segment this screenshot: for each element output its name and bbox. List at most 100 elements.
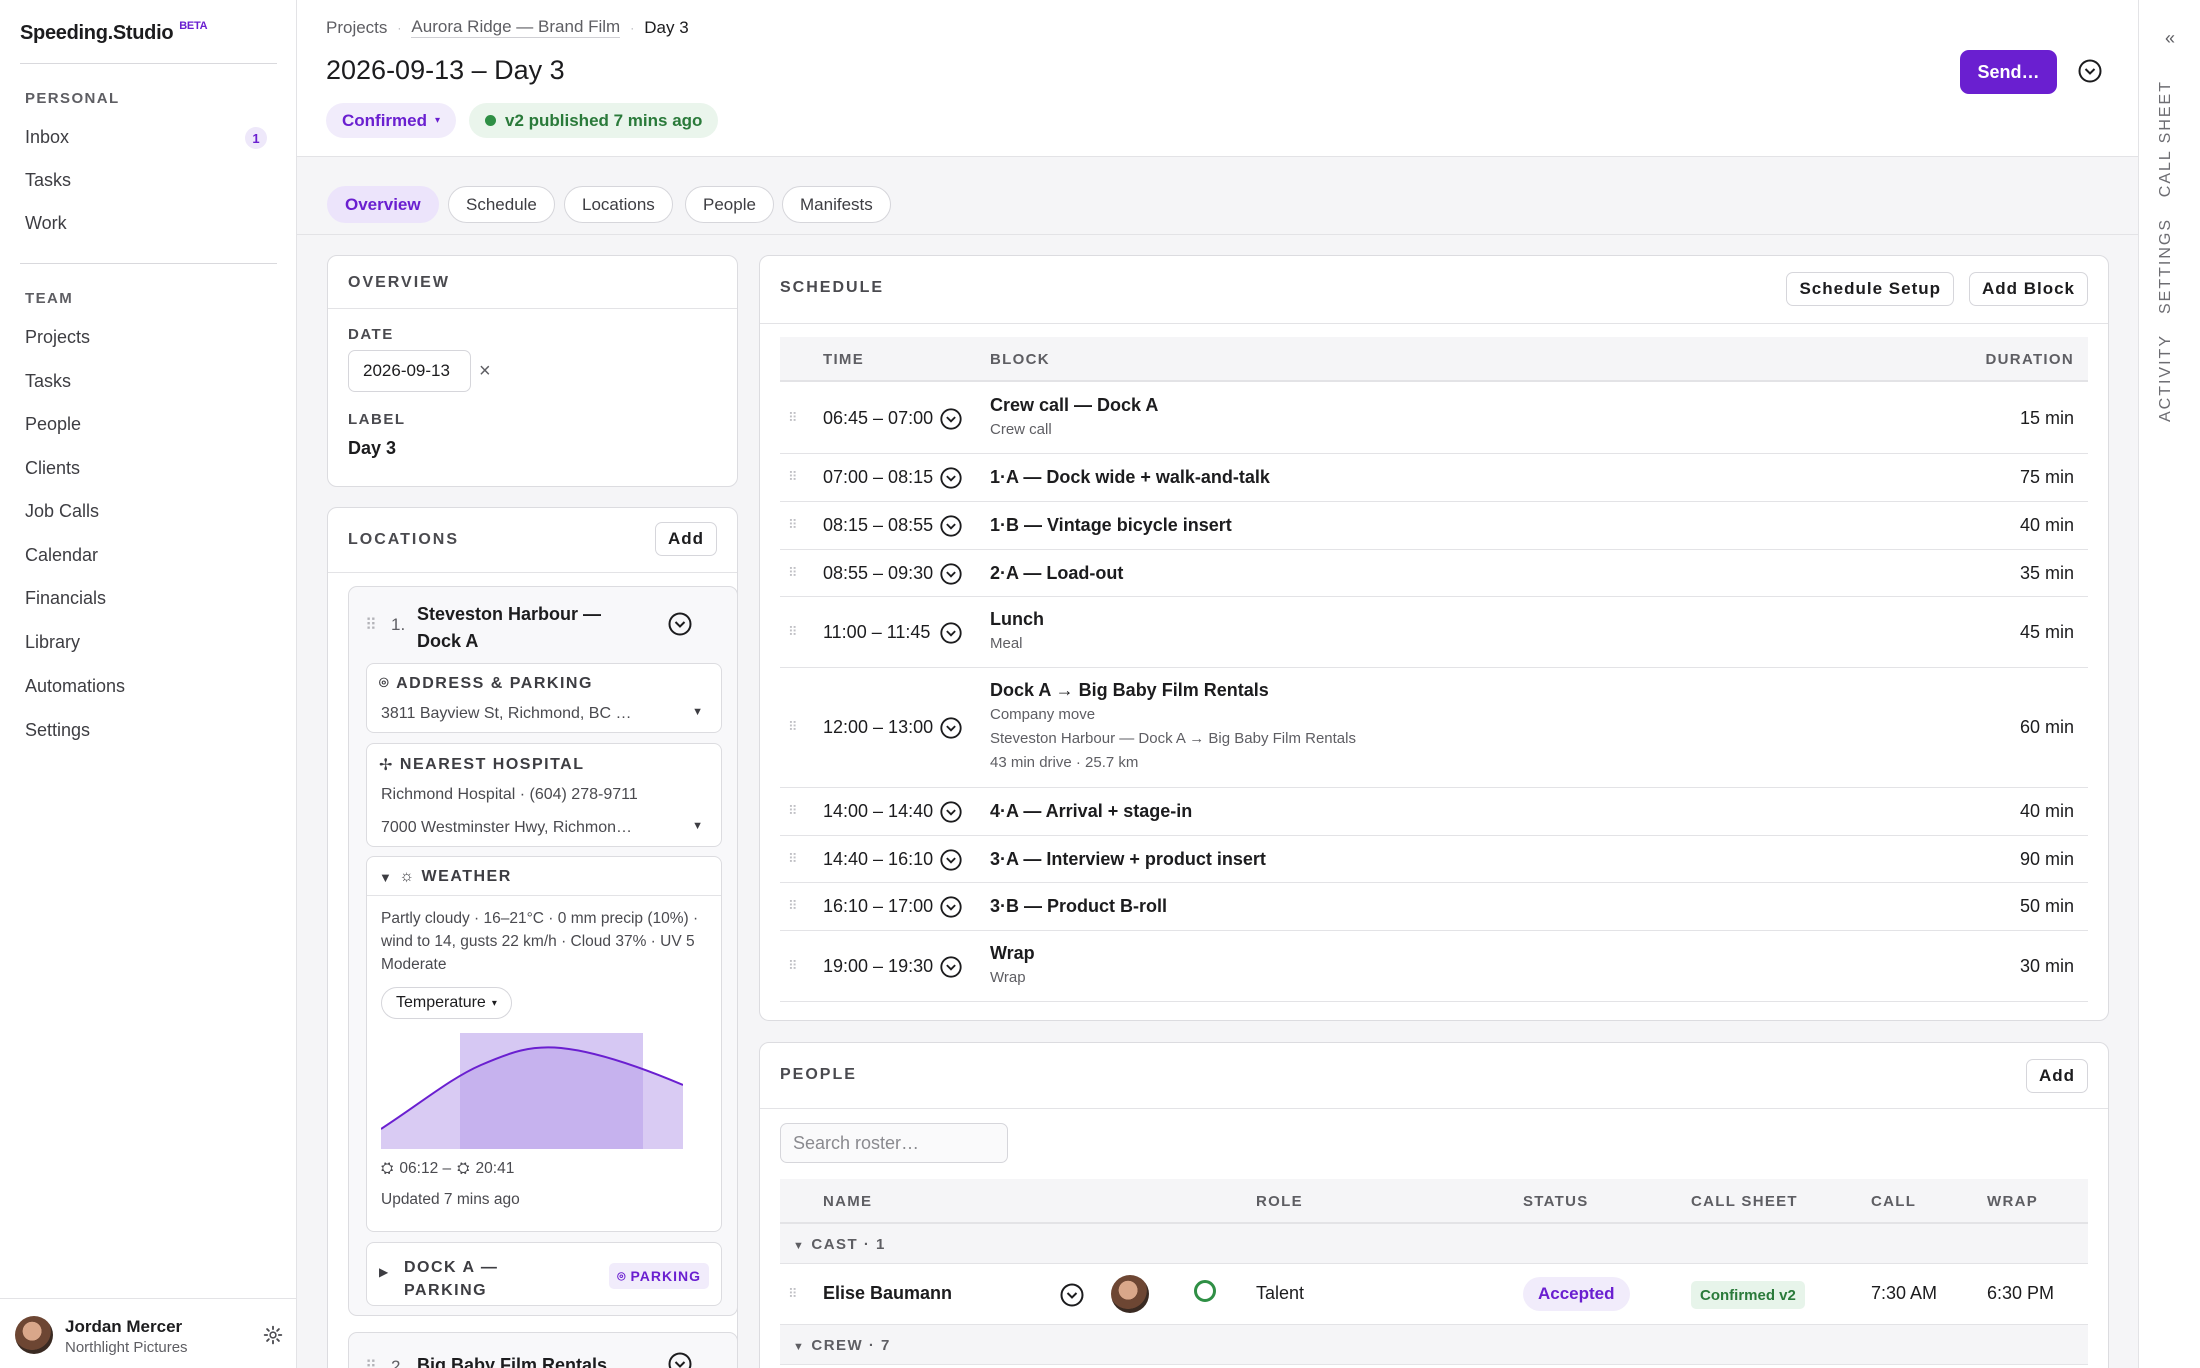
block-title[interactable]: 2·A — Load-out [990,563,1123,584]
weather-heading[interactable]: ▼ ☼ WEATHER [379,868,512,886]
block-time[interactable]: 07:00 – 08:15 [823,467,933,488]
block-title[interactable]: Lunch [990,609,1044,630]
chevron-circle-icon[interactable] [2077,58,2103,84]
collapse-icon[interactable]: « [2165,28,2175,49]
chevron-circle-icon[interactable] [939,800,963,824]
block-title[interactable]: 1·B — Vintage bicycle insert [990,515,1232,536]
weather-metric-select[interactable]: Temperature ▾ [381,987,512,1019]
search-input[interactable]: Search roster… [780,1123,1008,1163]
drag-handle-icon[interactable]: ⠿ [788,469,797,485]
drag-handle-icon[interactable]: ⠿ [788,565,797,581]
drag-handle-icon[interactable]: ⠿ [788,410,797,426]
block-title[interactable]: Dock A → Big Baby Film Rentals [990,680,1269,701]
location-name[interactable]: Steveston Harbour — Dock A [417,601,601,655]
schedule-setup-button[interactable]: Schedule Setup [1786,272,1954,306]
date-field[interactable]: 2026-09-13 [348,350,471,392]
block-title[interactable]: 3·A — Interview + product insert [990,849,1266,870]
rail-tab-settings[interactable]: SETTINGS [2157,218,2175,314]
group-header-crew[interactable]: ▼ CREW · 7 [780,1325,2088,1365]
chevron-circle-icon[interactable] [939,848,963,872]
send-button[interactable]: Send… [1960,50,2057,94]
rail-tab-activity[interactable]: ACTIVITY [2157,334,2175,422]
block-time[interactable]: 08:15 – 08:55 [823,515,933,536]
chevron-circle-icon[interactable] [939,716,963,740]
table-row[interactable]: ⠿ 12:00 – 13:00 Dock A → Big Baby Film Ren… [780,668,2088,788]
sidebar-item-team-tasks[interactable]: Tasks [25,365,275,397]
status-dropdown[interactable]: Confirmed ▾ [326,103,457,138]
table-row[interactable]: ⠿ 06:45 – 07:00 Crew call — Dock A Crew cal… [780,383,2088,454]
tab-manifests[interactable]: Manifests [782,186,891,223]
drag-handle-icon[interactable]: ⠿ [788,958,797,974]
block-time[interactable]: 14:40 – 16:10 [823,849,933,870]
chevron-circle-icon[interactable] [939,895,963,919]
table-row[interactable]: ⠿ Elise Baumann Talent Accepted Confirme… [780,1264,2088,1325]
block-time[interactable]: 08:55 – 09:30 [823,563,933,584]
sidebar-item-library[interactable]: Library [25,626,275,658]
block-time[interactable]: 12:00 – 13:00 [823,717,933,738]
block-time[interactable]: 11:00 – 11:45 [823,622,930,643]
drag-handle-icon[interactable]: ⠿ [788,1286,797,1302]
chevron-circle-icon[interactable] [939,621,963,645]
close-icon[interactable]: × [479,360,491,383]
sidebar-item-work[interactable]: Work [25,207,275,239]
tab-people[interactable]: People [685,186,774,223]
block-title[interactable]: 4·A — Arrival + stage-in [990,801,1192,822]
chevron-circle-icon[interactable] [667,1351,693,1368]
person-name[interactable]: Elise Baumann [823,1283,952,1304]
add-block-button[interactable]: Add Block [1968,272,2088,306]
group-header-cast[interactable]: ▼ CAST · 1 [780,1224,2088,1264]
add-person-button[interactable]: Add [2025,1059,2088,1093]
table-row[interactable]: ⠿ 14:40 – 16:10 3·A — Interview + product … [780,836,2088,883]
wrap-time[interactable]: 6:30 PM [1987,1283,2054,1304]
block-title[interactable]: 3·B — Product B-roll [990,896,1167,917]
block-time[interactable]: 14:00 – 14:40 [823,801,933,822]
block-title[interactable]: 1·A — Dock wide + walk-and-talk [990,467,1270,488]
table-row[interactable]: ⠿ 11:00 – 11:45 Lunch Meal 45 min [780,597,2088,668]
location-name[interactable]: Big Baby Film Rentals [417,1355,607,1368]
call-time[interactable]: 7:30 AM [1871,1283,1937,1304]
breadcrumb-project[interactable]: Aurora Ridge — Brand Film [411,17,621,38]
hospital-section[interactable]: ✢ NEAREST HOSPITAL Richmond Hospital · (6… [366,743,722,847]
sidebar-item-tasks[interactable]: Tasks [25,164,275,196]
sidebar-item-automations[interactable]: Automations [25,670,275,702]
drag-handle-icon[interactable]: ⠿ [788,803,797,819]
tab-locations[interactable]: Locations [564,186,673,223]
sidebar-item-calendar[interactable]: Calendar [25,539,275,571]
drag-handle-icon[interactable]: ⠿ [788,624,797,640]
table-row[interactable]: ⠿ 14:00 – 14:40 4·A — Arrival + stage-in 40… [780,788,2088,836]
sidebar-item-settings[interactable]: Settings [25,714,275,746]
block-title[interactable]: Wrap [990,943,1035,964]
chevron-circle-icon[interactable] [939,562,963,586]
drag-handle-icon[interactable]: ⠿ [365,1357,377,1368]
breadcrumb-projects[interactable]: Projects [326,18,387,38]
rail-tab-call-sheet[interactable]: CALL SHEET [2157,80,2175,197]
sidebar-item-clients[interactable]: Clients [25,452,275,484]
tab-overview[interactable]: Overview [327,186,439,223]
add-location-button[interactable]: Add [654,522,717,556]
drag-handle-icon[interactable]: ⠿ [365,615,377,635]
chevron-circle-icon[interactable] [667,611,693,637]
app-logo[interactable]: Speeding.Studio BETA [20,20,208,45]
chevron-circle-icon[interactable] [1059,1282,1085,1308]
sidebar-item-financials[interactable]: Financials [25,582,275,614]
table-row[interactable]: ⠿ 08:15 – 08:55 1·B — Vintage bicycle inse… [780,502,2088,550]
sidebar-item-inbox[interactable]: Inbox 1 [25,121,275,153]
chevron-circle-icon[interactable] [939,466,963,490]
chevron-circle-icon[interactable] [939,514,963,538]
parking-section[interactable]: ▶ DOCK A — PARKING ⌾ PARKING [366,1242,722,1306]
block-title[interactable]: Crew call — Dock A [990,395,1158,416]
address-section[interactable]: ⌾ ADDRESS & PARKING 3811 Bayview St, Rich… [366,663,722,733]
user-profile[interactable]: Jordan Mercer Northlight Pictures [0,1298,297,1368]
table-row[interactable]: ⠿ 08:55 – 09:30 2·A — Load-out 35 min [780,550,2088,597]
chevron-circle-icon[interactable] [939,955,963,979]
drag-handle-icon[interactable]: ⠿ [788,851,797,867]
label-value[interactable]: Day 3 [348,438,396,459]
sidebar-item-people[interactable]: People [25,408,275,440]
drag-handle-icon[interactable]: ⠿ [788,517,797,533]
tab-schedule[interactable]: Schedule [448,186,555,223]
sidebar-item-projects[interactable]: Projects [25,321,275,353]
drag-handle-icon[interactable]: ⠿ [788,898,797,914]
table-row[interactable]: ⠿ 16:10 – 17:00 3·B — Product B-roll 50 min [780,883,2088,931]
sidebar-item-job-calls[interactable]: Job Calls [25,495,275,527]
block-time[interactable]: 16:10 – 17:00 [823,896,933,917]
